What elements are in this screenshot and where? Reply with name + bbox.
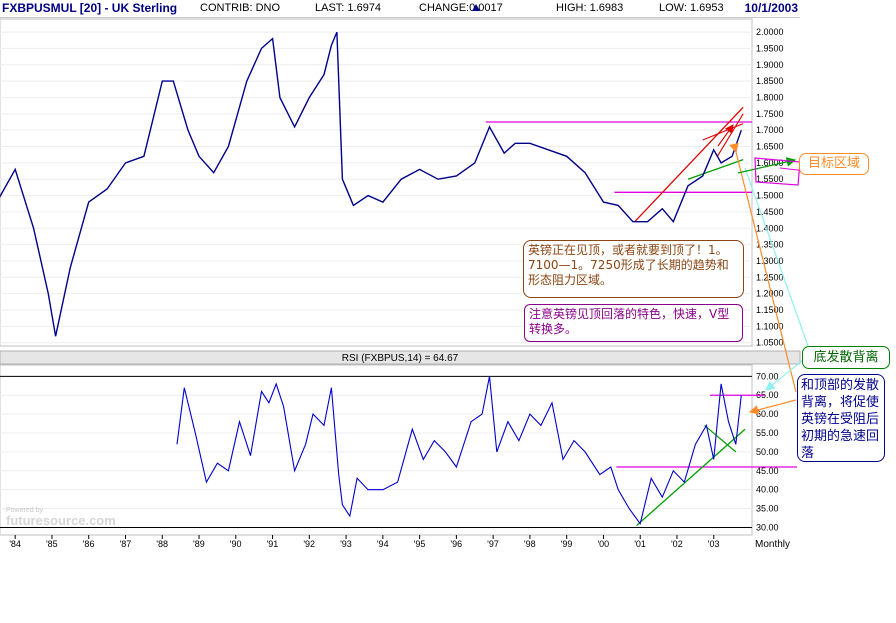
x-tick-label: '95: [414, 539, 426, 549]
character-note: 注意英镑见顶回落的特色，快速，V型转换多。: [524, 304, 743, 342]
x-tick-label: '98: [524, 539, 536, 549]
x-tick-label: '89: [193, 539, 205, 549]
price-tick-label: 1.9000: [756, 60, 784, 70]
x-tick-label: '01: [634, 539, 646, 549]
price-tick-label: 1.2500: [756, 272, 784, 282]
x-tick-label: '94: [377, 539, 389, 549]
rsi-tick-label: 70.00: [756, 371, 779, 381]
price-tick-label: 1.8500: [756, 76, 784, 86]
x-tick-label: '90: [230, 539, 242, 549]
rsi-tick-label: 30.00: [756, 522, 779, 532]
target-zone-label: 目标区域: [799, 153, 869, 175]
rsi-tick-label: 60.00: [756, 409, 779, 419]
rsi-tick-label: 40.00: [756, 485, 779, 495]
x-tick-label: '91: [267, 539, 279, 549]
x-tick-label: '03: [708, 539, 720, 549]
x-tick-label: '96: [450, 539, 462, 549]
price-tick-label: 1.2000: [756, 289, 784, 299]
price-tick-label: 1.7500: [756, 109, 784, 119]
rsi-tick-label: 50.00: [756, 447, 779, 457]
x-axis-unit: Monthly: [755, 539, 790, 550]
chart-page: { "header": { "symbol": "FXBPUSMUL [20] …: [0, 0, 896, 623]
price-y-axis: 1.05001.10001.15001.20001.25001.30001.35…: [756, 27, 784, 348]
divergence-note: 和顶部的发散背离，将促使英镑在受阻后初期的急速回落: [797, 374, 885, 462]
x-tick-label: '92: [303, 539, 315, 549]
x-tick-label: '86: [83, 539, 95, 549]
rsi-tick-label: 35.00: [756, 504, 779, 514]
price-tick-label: 1.5000: [756, 191, 784, 201]
price-tick-label: 1.9500: [756, 43, 784, 53]
x-tick-label: '87: [119, 539, 131, 549]
x-tick-label: '93: [340, 539, 352, 549]
price-tick-label: 1.7000: [756, 125, 784, 135]
x-tick-label: '84: [9, 539, 21, 549]
x-tick-label: '88: [156, 539, 168, 549]
price-tick-label: 1.4000: [756, 223, 784, 233]
rsi-panel: [0, 364, 753, 536]
x-tick-label: '02: [671, 539, 683, 549]
price-tick-label: 1.1500: [756, 305, 784, 315]
rsi-tick-label: 55.00: [756, 428, 779, 438]
x-tick-label: '99: [561, 539, 573, 549]
x-tick-label: '00: [597, 539, 609, 549]
resistance-note: 英镑正在见顶，或者就要到顶了！1。7100—1。7250形成了长期的趋势和形态阻…: [523, 240, 744, 298]
price-tick-label: 1.0500: [756, 338, 784, 348]
x-tick-label: '97: [487, 539, 499, 549]
price-tick-label: 1.6500: [756, 142, 784, 152]
chart-svg: 1.05001.10001.15001.20001.25001.30001.35…: [0, 18, 816, 550]
x-tick-label: '85: [46, 539, 58, 549]
divergence-label: 底发散背离: [802, 346, 890, 369]
watermark-logo: futuresource.com: [6, 513, 116, 528]
price-tick-label: 2.0000: [756, 27, 784, 37]
price-tick-label: 1.8000: [756, 92, 784, 102]
rsi-title: RSI (FXBPUS,14) = 64.67: [342, 353, 459, 364]
